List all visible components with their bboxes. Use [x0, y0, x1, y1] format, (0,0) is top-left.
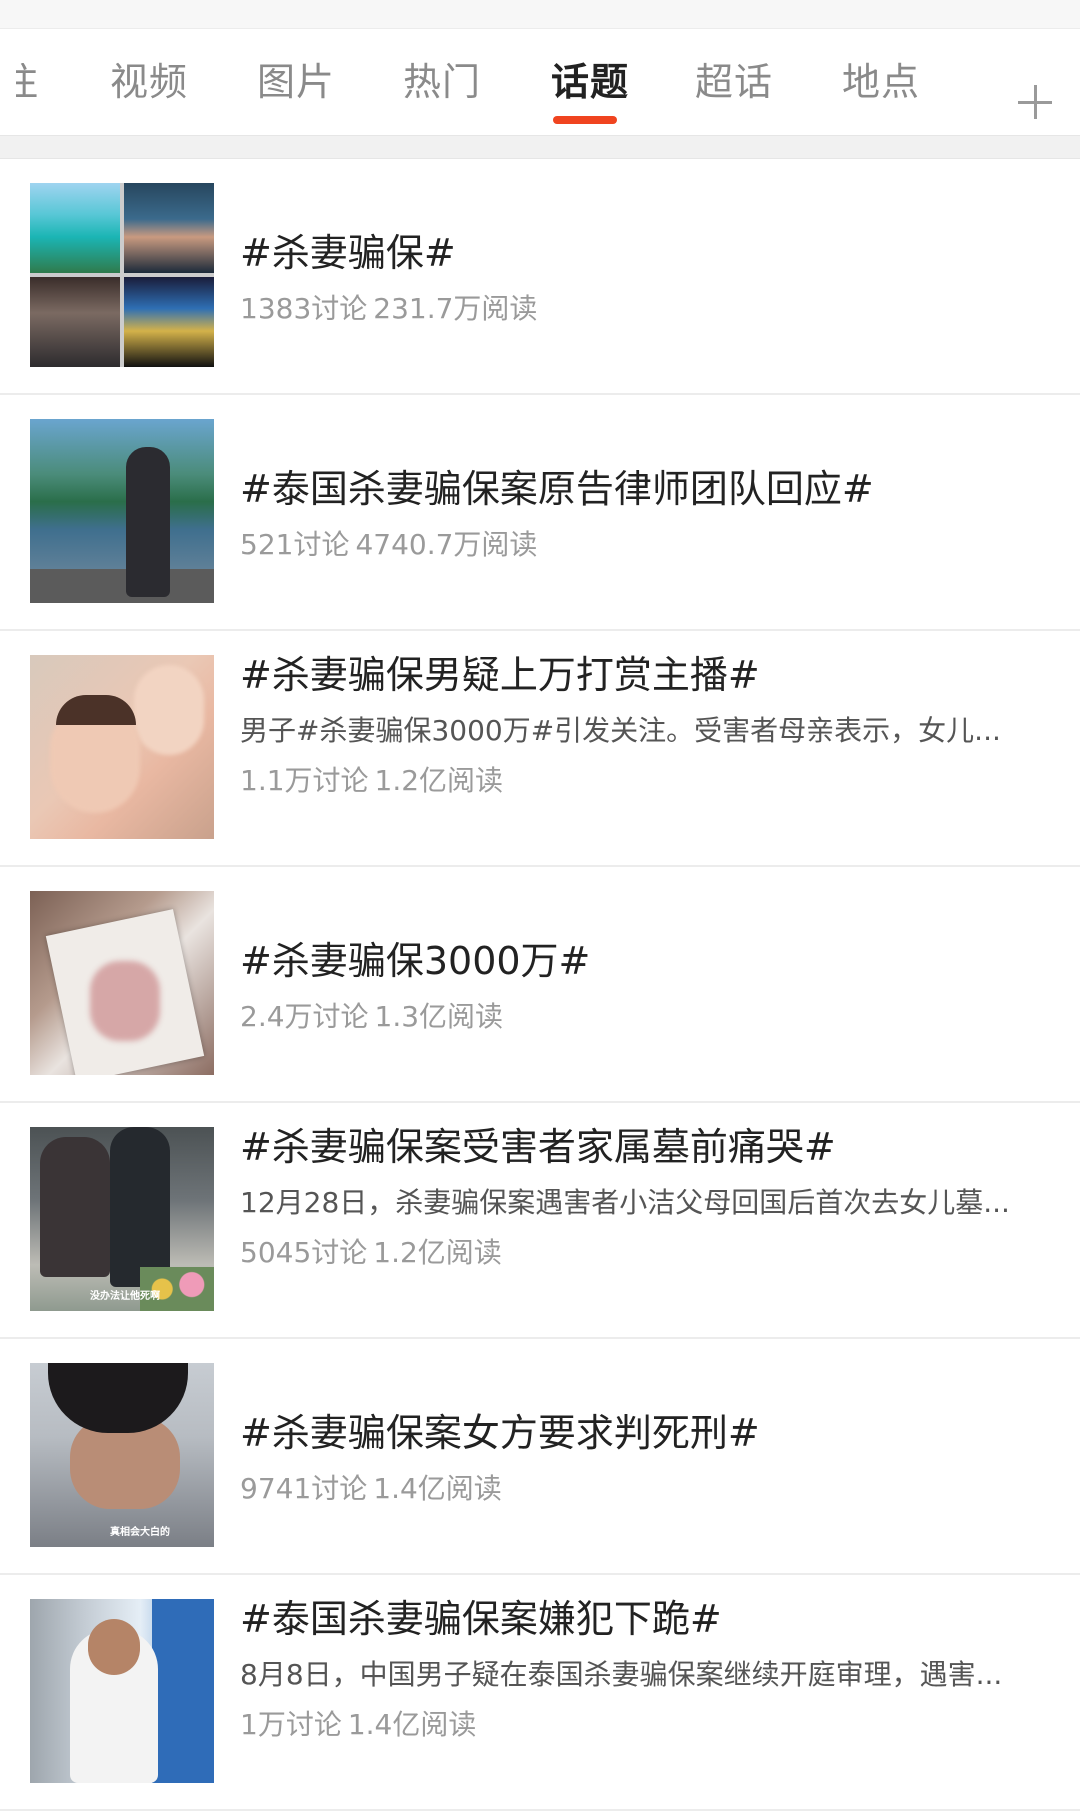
topic-stats: 5045讨论 1.2亿阅读: [240, 1231, 1056, 1271]
topic-thumbnail: [30, 183, 214, 367]
topic-item[interactable]: #杀妻骗保3000万# 2.4万讨论 1.3亿阅读: [0, 867, 1080, 1103]
topic-discussion-count: 1万讨论: [240, 1707, 342, 1741]
topic-title: #杀妻骗保案受害者家属墓前痛哭#: [240, 1125, 836, 1169]
top-strip: [0, 0, 1080, 29]
topic-discussion-count: 2.4万讨论: [240, 999, 369, 1033]
topic-title: #泰国杀妻骗保案原告律师团队回应#: [240, 467, 874, 511]
topic-read-count: 1.3亿阅读: [374, 999, 504, 1033]
thumbnail-caption: 没办法让他死啊: [90, 1291, 160, 1302]
topic-thumbnail: [30, 419, 214, 603]
topic-stats: 9741讨论 1.4亿阅读: [240, 1467, 1056, 1507]
topic-read-count: 1.2亿阅读: [373, 1235, 502, 1269]
tab-follow[interactable]: 注: [16, 63, 39, 101]
topic-stats: 1.1万讨论 1.2亿阅读: [240, 759, 1056, 799]
topic-thumbnail: 真相会大白的: [30, 1363, 214, 1547]
topic-read-count: 1.2亿阅读: [374, 763, 504, 797]
topic-item[interactable]: #杀妻骗保男疑上万打赏主播# 男子#杀妻骗保3000万#引发关注。受害者母亲表示…: [0, 631, 1080, 867]
plus-icon[interactable]: [1018, 85, 1052, 119]
tab-super-topics[interactable]: 超话: [695, 63, 773, 101]
topic-title: #泰国杀妻骗保案嫌犯下跪#: [240, 1597, 722, 1641]
tab-hot[interactable]: 热门: [403, 63, 481, 101]
topic-read-count: 231.7万阅读: [373, 291, 538, 325]
topic-read-count: 1.4亿阅读: [347, 1707, 477, 1741]
topic-item[interactable]: 真相会大白的 #杀妻骗保案女方要求判死刑# 9741讨论 1.4亿阅读: [0, 1339, 1080, 1575]
topic-title: #杀妻骗保3000万#: [240, 939, 591, 983]
topic-stats: 1万讨论 1.4亿阅读: [240, 1703, 1056, 1743]
section-separator: [0, 135, 1080, 159]
topic-item[interactable]: #泰国杀妻骗保案嫌犯下跪# 8月8日，中国男子疑在泰国杀妻骗保案继续开庭审理，遇…: [0, 1575, 1080, 1811]
topic-stats: 2.4万讨论 1.3亿阅读: [240, 995, 1056, 1035]
topic-item[interactable]: #泰国杀妻骗保案原告律师团队回应# 521讨论 4740.7万阅读: [0, 395, 1080, 631]
topic-stats: 1383讨论 231.7万阅读: [240, 287, 1056, 327]
topic-read-count: 4740.7万阅读: [355, 527, 538, 561]
tab-topics[interactable]: 话题: [551, 63, 629, 101]
topic-title: #杀妻骗保案女方要求判死刑#: [240, 1411, 760, 1455]
tab-pictures[interactable]: 图片: [257, 63, 335, 101]
topic-stats: 521讨论 4740.7万阅读: [240, 523, 1056, 563]
topic-discussion-count: 521讨论: [240, 527, 350, 561]
topic-description: 男子#杀妻骗保3000万#引发关注。受害者母亲表示，女儿...: [240, 713, 1001, 747]
topic-thumbnail: [30, 891, 214, 1075]
topic-description: 12月28日，杀妻骗保案遇害者小洁父母回国后首次去女儿墓...: [240, 1185, 1010, 1219]
topic-item[interactable]: #杀妻骗保# 1383讨论 231.7万阅读: [0, 159, 1080, 395]
topic-discussion-count: 5045讨论: [240, 1235, 368, 1269]
topic-description: 8月8日，中国男子疑在泰国杀妻骗保案继续开庭审理，遇害...: [240, 1657, 1003, 1691]
topic-read-count: 1.4亿阅读: [373, 1471, 502, 1505]
topic-thumbnail: [30, 655, 214, 839]
topic-item[interactable]: 没办法让他死啊 #杀妻骗保案受害者家属墓前痛哭# 12月28日，杀妻骗保案遇害者…: [0, 1103, 1080, 1339]
active-tab-indicator: [553, 116, 617, 124]
topic-title: #杀妻骗保男疑上万打赏主播#: [240, 653, 760, 697]
topic-discussion-count: 9741讨论: [240, 1471, 368, 1505]
thumbnail-caption: 真相会大白的: [110, 1527, 170, 1538]
tab-bar: 注 视频 图片 热门 话题 超话 地点: [0, 29, 1080, 135]
topic-list: #杀妻骗保# 1383讨论 231.7万阅读 #泰国杀妻骗保案原告律师团队回应# …: [0, 159, 1080, 1811]
tab-video[interactable]: 视频: [110, 63, 188, 101]
topic-title: #杀妻骗保#: [240, 231, 456, 275]
topic-thumbnail: 没办法让他死啊: [30, 1127, 214, 1311]
topic-discussion-count: 1383讨论: [240, 291, 368, 325]
topic-discussion-count: 1.1万讨论: [240, 763, 369, 797]
tab-location[interactable]: 地点: [842, 63, 920, 101]
topic-thumbnail: [30, 1599, 214, 1783]
